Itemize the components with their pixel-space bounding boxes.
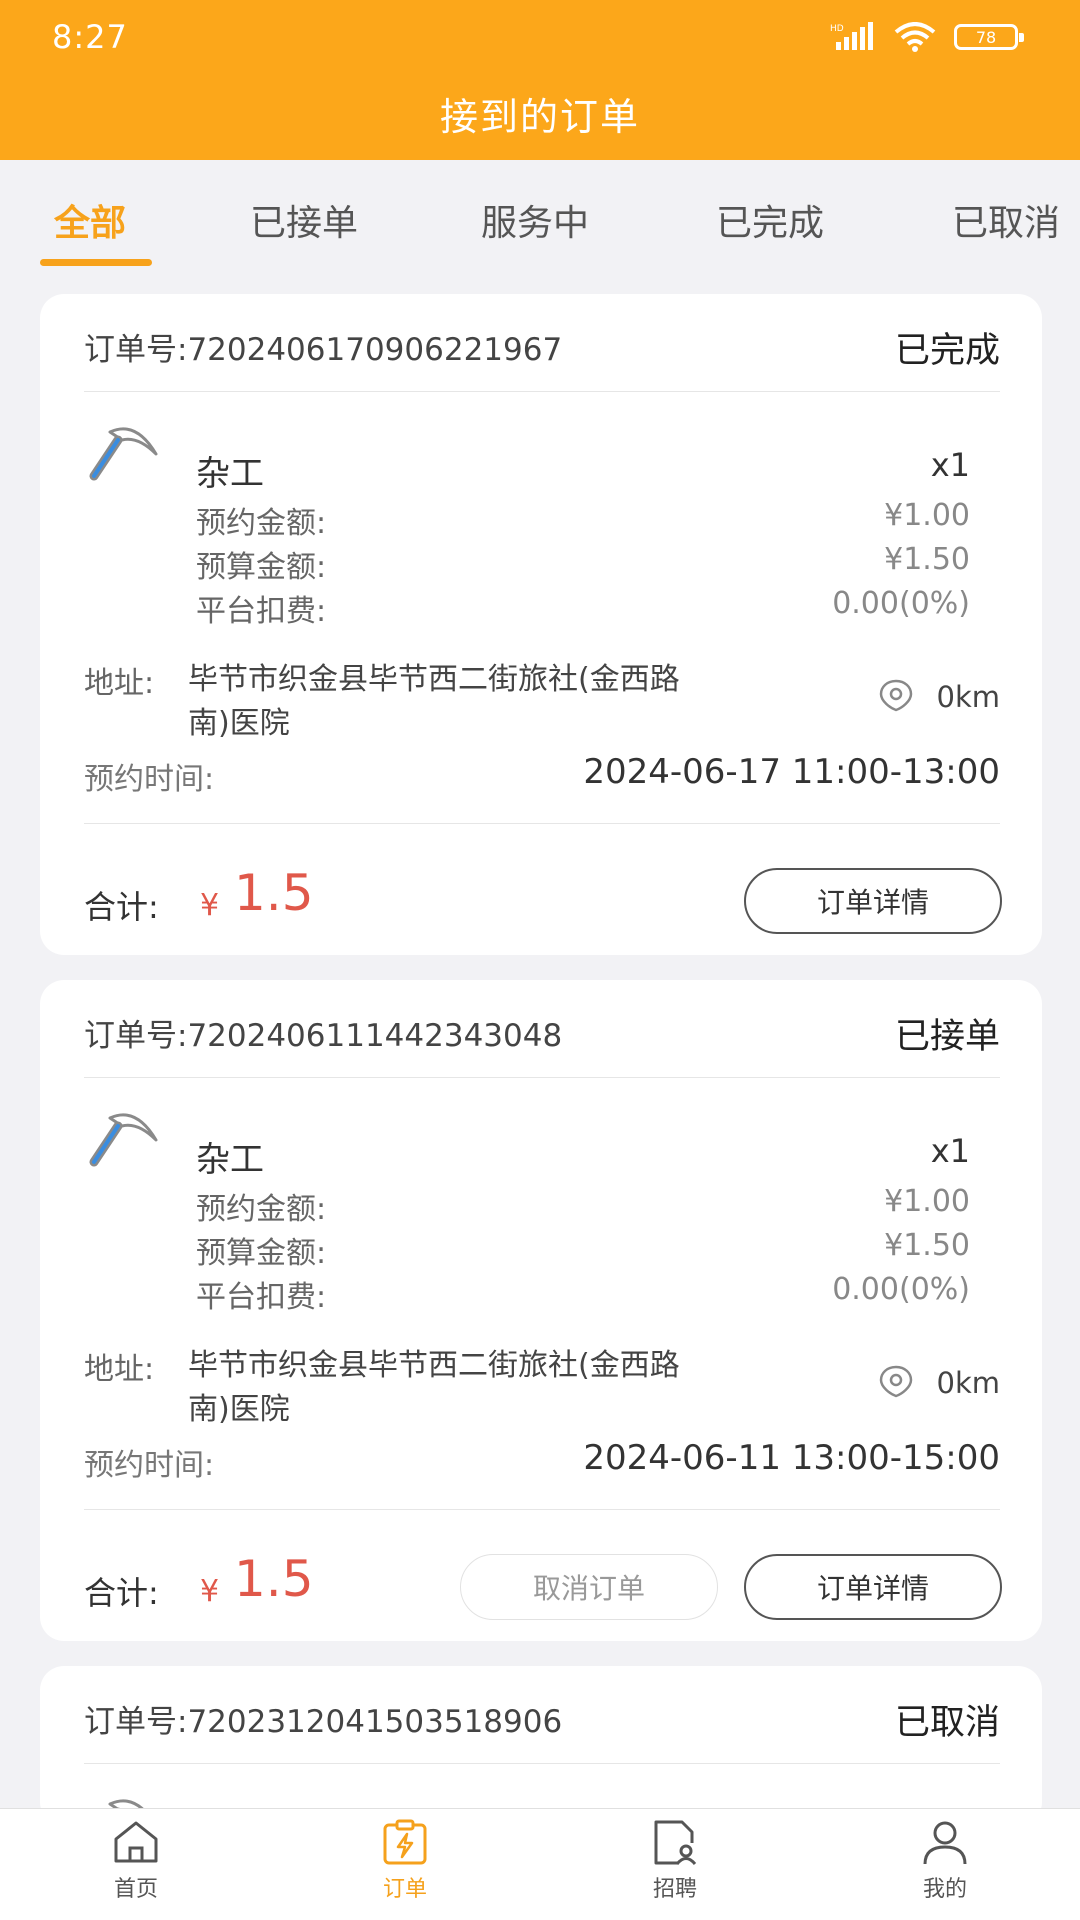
order-number: 订单号:7202406111442343048 [84, 1018, 563, 1054]
tab-cancelled[interactable]: 已取消 [952, 194, 1060, 246]
profile-icon [923, 1821, 967, 1865]
recruit-icon [654, 1820, 697, 1865]
reserve-amount-value: ¥1.00 [884, 498, 970, 533]
currency-symbol: ¥ [200, 1574, 220, 1609]
battery-icon: 78 [954, 24, 1024, 50]
page-title: 接到的订单 [439, 95, 640, 139]
home-icon [114, 1821, 158, 1863]
appointment-time: 2024-06-11 13:00-15:00 [583, 1438, 1000, 1478]
pickaxe-icon [89, 1113, 158, 1167]
order-card-header: 订单号:7202312041503518906 已取消 [84, 1666, 1000, 1764]
distance: 0km [936, 1366, 1001, 1400]
nav-home-label: 首页 [113, 1877, 158, 1902]
order-status: 已接单 [894, 1017, 1000, 1057]
tab-accepted[interactable]: 已接单 [250, 194, 358, 246]
order-detail-button[interactable]: 订单详情 [744, 868, 1002, 934]
bottom-navigation: 首页 订单 招聘 我的 [0, 1808, 1080, 1920]
total-label: 合计: [84, 1574, 159, 1612]
order-status: 已完成 [894, 331, 1000, 371]
total-amount: 1.5 [234, 864, 314, 922]
distance: 0km [936, 680, 1001, 714]
platform-fee-value: 0.00(0%) [832, 586, 970, 621]
appointment-label: 预约时间: [84, 762, 215, 797]
budget-amount-label: 预算金额: [196, 1236, 327, 1271]
order-detail-button[interactable]: 订单详情 [744, 1554, 1002, 1620]
tab-completed[interactable]: 已完成 [716, 194, 824, 246]
reserve-amount-value: ¥1.00 [884, 1184, 970, 1219]
battery-level: 78 [975, 27, 997, 47]
platform-fee-label: 平台扣费: [196, 594, 327, 629]
order-number: 订单号:7202406170906221967 [84, 332, 563, 368]
service-name: 杂工 [196, 1140, 264, 1180]
nav-home[interactable]: 首页 [76, 1819, 196, 1903]
tab-all[interactable]: 全部 [54, 194, 126, 246]
appointment-time: 2024-06-17 11:00-13:00 [583, 752, 1000, 792]
service-quantity: x1 [930, 1132, 970, 1170]
platform-fee-value: 0.00(0%) [832, 1272, 970, 1307]
location-icon [879, 679, 913, 712]
wifi-icon [894, 22, 936, 52]
budget-amount-value: ¥1.50 [884, 1228, 970, 1263]
status-icons: HD 78 [830, 22, 1024, 52]
total-amount: 1.5 [234, 1550, 314, 1608]
nav-profile-label: 我的 [922, 1877, 967, 1902]
order-icon [383, 1819, 427, 1865]
tab-in-service[interactable]: 服务中 [481, 194, 589, 246]
status-time: 8:27 [52, 18, 128, 56]
total-label: 合计: [84, 888, 159, 926]
app-header: 8:27 HD 78 接到的订单 [0, 0, 1080, 160]
nav-orders[interactable]: 订单 [345, 1819, 465, 1903]
platform-fee-label: 平台扣费: [196, 1280, 327, 1315]
cancel-order-button[interactable]: 取消订单 [460, 1554, 718, 1620]
order-card-header: 订单号:7202406170906221967 已完成 [84, 294, 1000, 392]
active-tab-indicator [40, 259, 152, 266]
order-tabs: 全部 已接单 服务中 已完成 已取消 [0, 160, 1080, 280]
address-text: 毕节市织金县毕节西二街旅社(金西路南)医院 [188, 662, 680, 741]
order-card[interactable]: 订单号:7202406111442343048 已接单 杂工 x1 预约金额: … [40, 980, 1042, 1641]
budget-amount-value: ¥1.50 [884, 542, 970, 577]
order-card[interactable]: 订单号:7202312041503518906 已取消 [40, 1666, 1042, 1826]
address-text: 毕节市织金县毕节西二街旅社(金西路南)医院 [188, 1348, 680, 1427]
divider [84, 1509, 1000, 1510]
reserve-amount-label: 预约金额: [196, 1192, 327, 1227]
divider [84, 823, 1000, 824]
budget-amount-label: 预算金额: [196, 550, 327, 585]
hd-label: HD [830, 24, 844, 34]
order-card[interactable]: 订单号:7202406170906221967 已完成 杂工 x1 预约金额: … [40, 294, 1042, 955]
location-icon [879, 1365, 913, 1398]
order-status: 已取消 [894, 1703, 1000, 1743]
signal-icon: HD [830, 22, 876, 52]
order-number: 订单号:7202312041503518906 [84, 1704, 563, 1740]
order-card-header: 订单号:7202406111442343048 已接单 [84, 980, 1000, 1078]
service-name: 杂工 [196, 454, 264, 494]
appointment-label: 预约时间: [84, 1448, 215, 1483]
address-label: 地址: [84, 666, 155, 701]
pickaxe-icon [89, 427, 158, 481]
nav-orders-label: 订单 [382, 1877, 427, 1902]
service-quantity: x1 [930, 446, 970, 484]
reserve-amount-label: 预约金额: [196, 506, 327, 541]
nav-recruit[interactable]: 招聘 [615, 1819, 735, 1903]
nav-recruit-label: 招聘 [652, 1877, 697, 1902]
nav-profile[interactable]: 我的 [885, 1819, 1005, 1903]
currency-symbol: ¥ [200, 888, 220, 923]
address-label: 地址: [84, 1352, 155, 1387]
